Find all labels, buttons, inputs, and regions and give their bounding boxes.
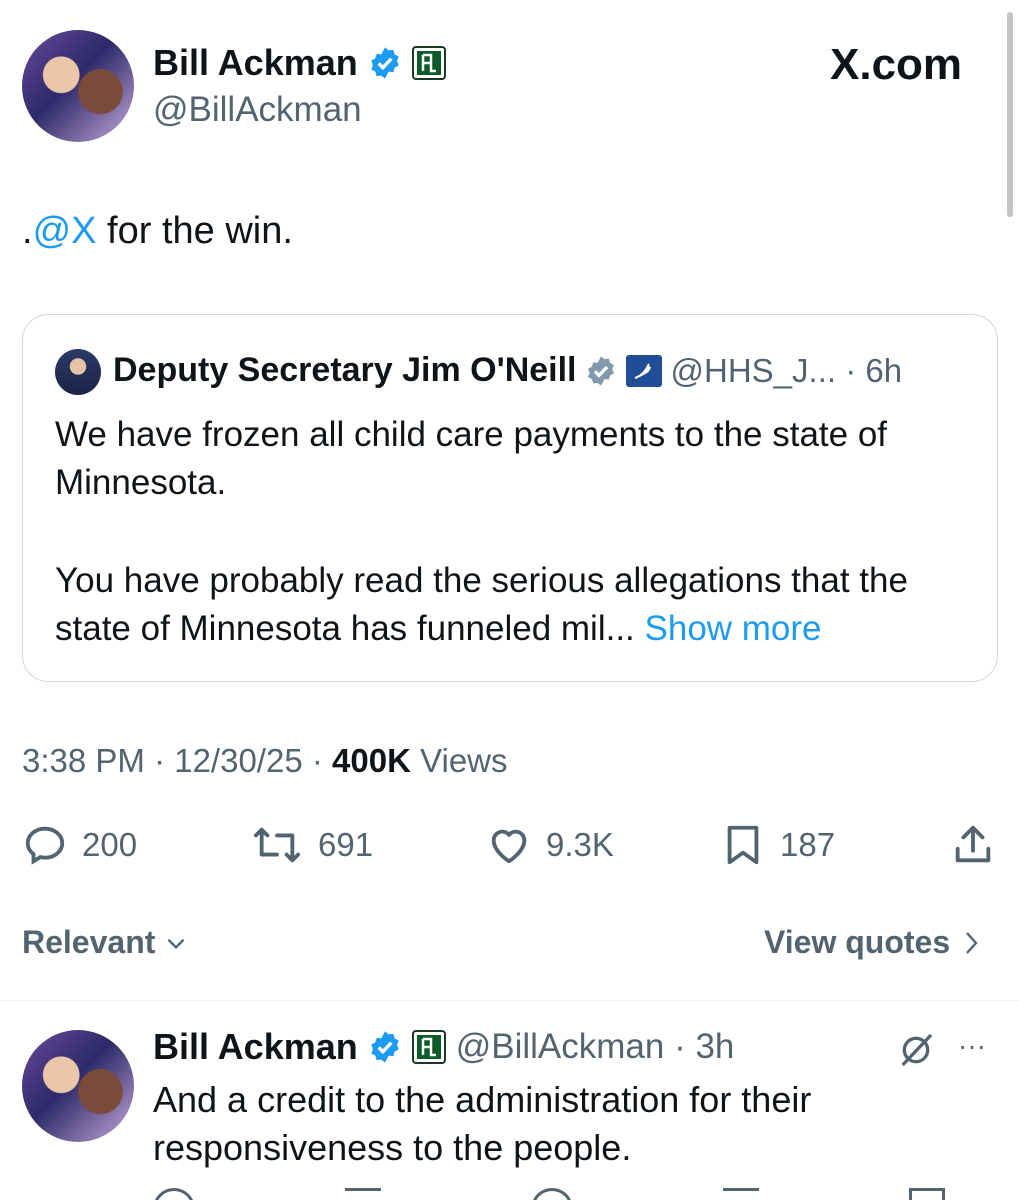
verified-badge-icon: [370, 47, 399, 79]
sort-label: Relevant: [22, 924, 156, 960]
bookmark-count: 187: [780, 826, 836, 863]
quoted-tweet-card[interactable]: Deputy Secretary Jim O'Neill @HHS_J... ·…: [22, 314, 998, 682]
show-more-link[interactable]: Show more: [635, 609, 822, 648]
scrollbar[interactable]: [1007, 12, 1013, 217]
quoted-author-name[interactable]: Deputy Secretary Jim O'Neill: [113, 351, 577, 390]
reply-action[interactable]: 200: [22, 822, 137, 868]
more-options-icon: ···: [958, 1030, 986, 1061]
chevron-down-icon: [167, 938, 185, 949]
views-icon[interactable]: [723, 1188, 759, 1200]
repost-icon: [254, 827, 300, 863]
repost-count: 691: [318, 826, 374, 863]
sort-dropdown[interactable]: Relevant: [22, 924, 189, 961]
quoted-handle-time[interactable]: @HHS_J... · 6h: [671, 352, 903, 390]
repost-icon[interactable]: [345, 1188, 381, 1200]
heart-icon[interactable]: [531, 1188, 573, 1200]
more-options-button[interactable]: ···: [958, 1030, 986, 1062]
reply-action-bar-partial: [153, 1188, 953, 1200]
author-name-row: Bill Ackman: [153, 42, 446, 84]
verified-badge-icon: [370, 1031, 399, 1063]
grok-button[interactable]: [896, 1030, 936, 1075]
chevron-right-icon: [966, 931, 978, 954]
author-name[interactable]: Bill Ackman: [153, 42, 358, 84]
quoted-text-para1: We have frozen all child care payments t…: [55, 415, 888, 502]
view-quotes-link[interactable]: View quotes: [764, 924, 984, 961]
quoted-header: Deputy Secretary Jim O'Neill @HHS_J... ·…: [113, 351, 902, 390]
repost-action[interactable]: 691: [250, 822, 373, 868]
section-divider: [0, 1000, 1019, 1001]
tweet-meta: 3:38 PM · 12/30/25 · 400K Views: [22, 742, 508, 780]
author-handle[interactable]: @BillAckman: [153, 90, 362, 130]
reply-header: Bill Ackman @BillAckman · 3h: [153, 1026, 734, 1068]
bookmark-action[interactable]: 187: [720, 822, 835, 868]
tweet-timestamp[interactable]: 3:38 PM · 12/30/25 ·: [22, 742, 332, 779]
mention-link[interactable]: @X: [33, 210, 97, 252]
tweet-text-suffix: for the win.: [96, 210, 293, 252]
author-avatar[interactable]: [22, 30, 134, 142]
reply-text: And a credit to the administration for t…: [153, 1079, 812, 1168]
like-action[interactable]: 9.3K: [486, 822, 614, 868]
view-quotes-label: View quotes: [764, 924, 951, 960]
bookmark-icon[interactable]: [909, 1188, 945, 1200]
affiliation-logo-icon: [411, 1030, 446, 1064]
quoted-text-para2: You have probably read the serious alleg…: [55, 557, 975, 653]
reply-author-name[interactable]: Bill Ackman: [153, 1026, 358, 1068]
quoted-author-avatar[interactable]: [55, 349, 101, 395]
reply-icon: [25, 826, 65, 865]
x-watermark: X.com: [830, 40, 963, 89]
like-count: 9.3K: [546, 826, 614, 863]
tweet-text-prefix: .: [22, 210, 33, 252]
bookmark-icon: [727, 825, 759, 865]
reply-count: 200: [82, 826, 138, 863]
tweet-text: .@X for the win.: [22, 210, 293, 253]
views-label: Views: [410, 742, 508, 779]
affiliation-logo-icon: [411, 46, 446, 80]
heart-icon: [491, 829, 527, 864]
share-icon: [955, 825, 991, 863]
reply-icon[interactable]: [153, 1188, 195, 1200]
reply-handle-time[interactable]: @BillAckman · 3h: [456, 1027, 735, 1067]
reply-author-avatar[interactable]: [22, 1030, 134, 1142]
gray-verified-badge-icon: [587, 355, 614, 386]
views-count: 400K: [332, 742, 411, 779]
grok-icon: [901, 1033, 933, 1067]
share-action[interactable]: [950, 822, 996, 873]
hhs-logo-icon: [625, 354, 662, 387]
